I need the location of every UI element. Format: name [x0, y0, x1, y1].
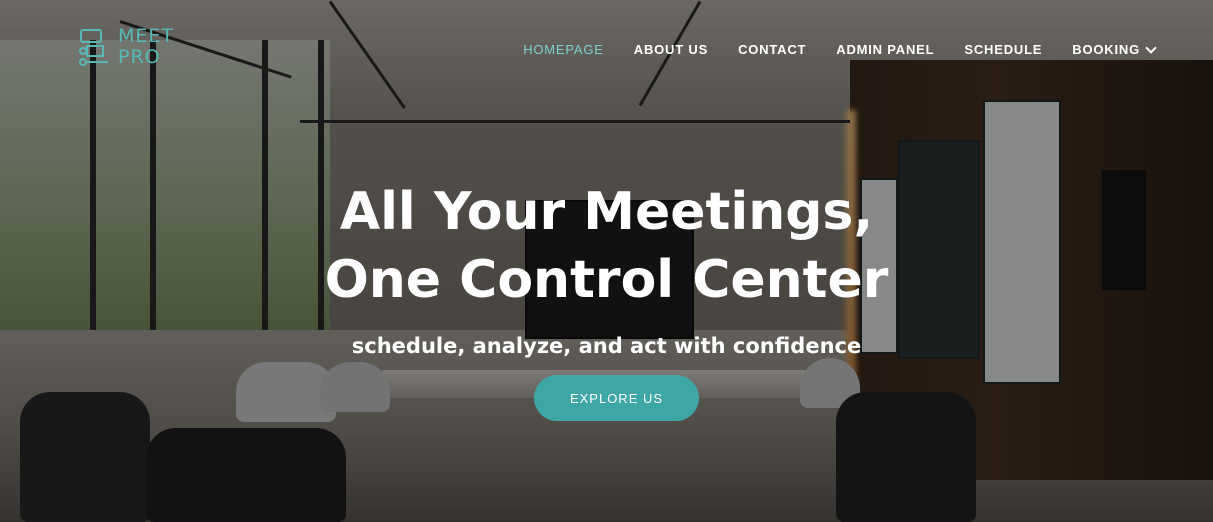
hero-headline: All Your Meetings, One Control Center	[0, 178, 1213, 314]
nav-item-homepage[interactable]: HOMEPAGE	[523, 42, 604, 57]
logo-line-1: MEET	[118, 25, 175, 47]
meeting-table-icon	[79, 29, 108, 66]
nav-item-booking-label: BOOKING	[1072, 42, 1140, 57]
hero-headline-line-2: One Control Center	[324, 250, 889, 310]
hero-section: MEET PRO HOMEPAGE ABOUT US CONTACT ADMIN…	[0, 0, 1213, 522]
explore-us-button[interactable]: EXPLORE US	[534, 375, 699, 421]
chevron-down-icon	[1145, 41, 1157, 54]
nav-item-admin-panel[interactable]: ADMIN PANEL	[836, 42, 934, 57]
logo-text: MEET PRO	[118, 26, 174, 68]
nav-item-contact[interactable]: CONTACT	[738, 42, 806, 57]
nav-item-schedule[interactable]: SCHEDULE	[964, 42, 1042, 57]
hero-subheadline: schedule, analyze, and act with confiden…	[351, 334, 862, 358]
nav-item-about-us[interactable]: ABOUT US	[634, 42, 708, 57]
main-nav: HOMEPAGE ABOUT US CONTACT ADMIN PANEL SC…	[493, 41, 1157, 57]
hero-headline-line-1: All Your Meetings,	[339, 182, 874, 242]
logo-line-2: PRO	[118, 46, 161, 68]
nav-item-booking[interactable]: BOOKING	[1072, 41, 1157, 57]
site-logo[interactable]: MEET PRO	[78, 26, 188, 72]
